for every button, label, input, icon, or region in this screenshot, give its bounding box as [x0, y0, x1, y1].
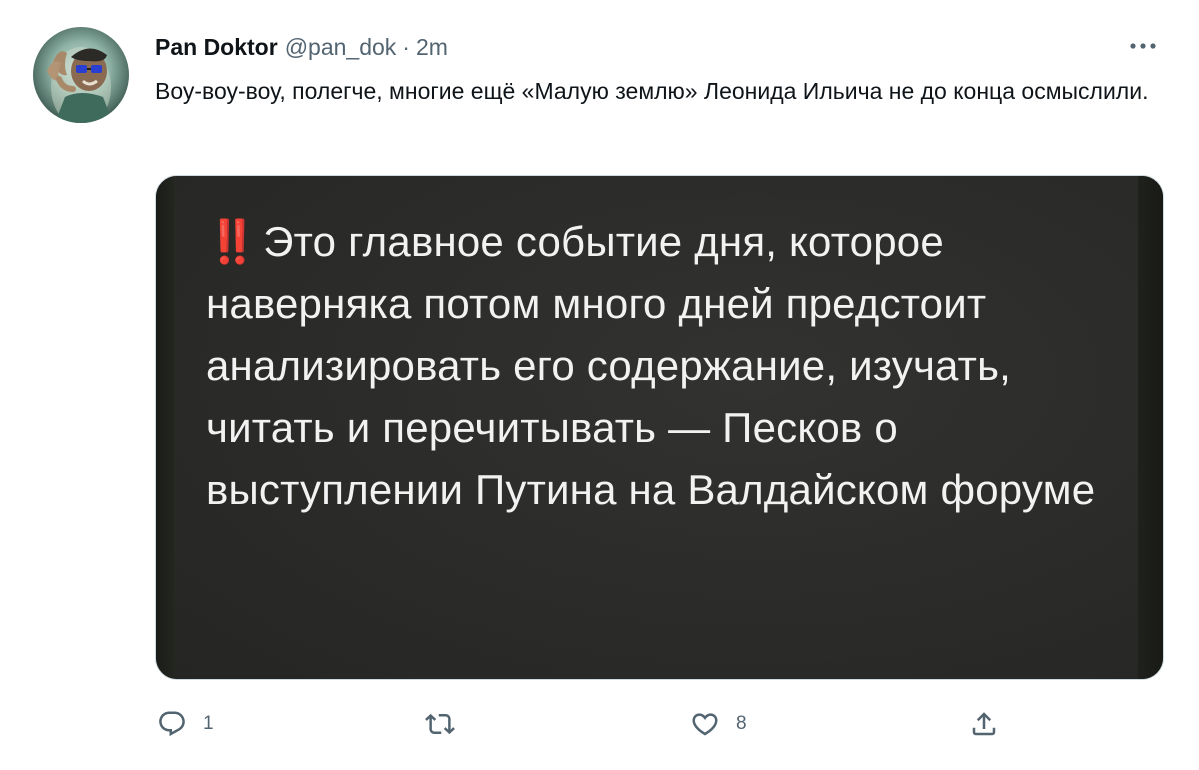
double-exclamation-icon: ‼️ [206, 218, 258, 265]
media-image[interactable]: ‼️ Это главное событие дня, которое навер… [155, 175, 1164, 680]
more-options-button[interactable] [1125, 34, 1161, 58]
retweet-icon [425, 713, 455, 735]
ellipsis-icon [1130, 43, 1156, 49]
reply-button[interactable]: 1 [157, 702, 214, 746]
media-caption-text: Это главное событие дня, которое наверня… [206, 218, 1096, 513]
media-caption: ‼️ Это главное событие дня, которое навер… [206, 211, 1106, 521]
reply-count: 1 [203, 713, 214, 734]
reply-icon [159, 711, 185, 737]
media-right-strip [1138, 176, 1163, 679]
tweet: Pan Doktor @pan_dok · 2m Воу-воу-воу, по… [0, 0, 1199, 770]
avatar[interactable] [33, 27, 129, 123]
share-icon [972, 712, 996, 736]
tweet-text: Воу-воу-воу, полегче, многие ещё «Малую … [155, 78, 1149, 104]
user-handle[interactable]: @pan_dok [285, 34, 397, 61]
like-count: 8 [736, 713, 747, 734]
separator-dot: · [402, 33, 410, 60]
avatar-image [47, 47, 113, 123]
media-left-strip [156, 176, 174, 679]
tweet-header: Pan Doktor @pan_dok · 2m [155, 32, 448, 62]
retweet-button[interactable] [425, 702, 471, 746]
share-button[interactable] [969, 702, 1015, 746]
timestamp[interactable]: 2m [416, 34, 448, 61]
display-name[interactable]: Pan Doktor [155, 34, 278, 61]
like-button[interactable]: 8 [690, 702, 747, 746]
heart-icon [692, 713, 718, 736]
action-bar: 1 8 [155, 702, 1015, 746]
